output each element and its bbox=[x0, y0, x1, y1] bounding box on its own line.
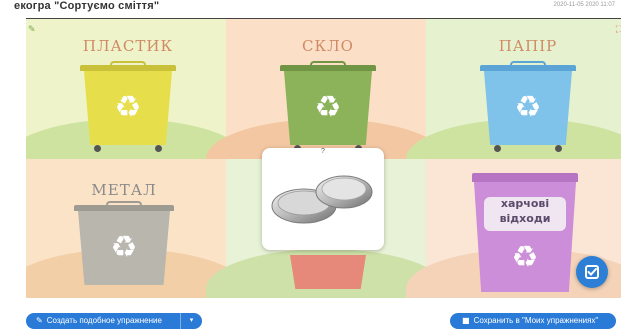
bin-handle bbox=[106, 201, 142, 207]
recycle-icon: ♻ bbox=[511, 240, 539, 275]
bin-body bbox=[290, 255, 366, 289]
recycle-icon: ♻ bbox=[114, 90, 142, 125]
glass-bin: СКЛО ♻ bbox=[280, 37, 376, 152]
bin-cell-paper[interactable]: ПАПІР ♻ ⛶ bbox=[406, 19, 621, 199]
draggable-item-card[interactable]: ? bbox=[262, 148, 384, 250]
bin-wheel bbox=[494, 145, 501, 152]
metal-bin: МЕТАЛ ♻ bbox=[74, 169, 174, 289]
metal-tin-image bbox=[271, 175, 373, 224]
bin-handle bbox=[510, 61, 546, 67]
recycle-icon: ♻ bbox=[514, 90, 542, 125]
bin-cell-metal[interactable]: МЕТАЛ ♻ bbox=[26, 159, 246, 298]
paper-bin: ПАПІР ♻ bbox=[480, 37, 576, 152]
recycle-icon: ♻ bbox=[110, 230, 138, 265]
check-icon bbox=[585, 265, 599, 279]
expand-icon[interactable]: ⛶ bbox=[616, 25, 621, 35]
exercise-page: екогра "Сортуємо сміття" 2020-11-05 2020… bbox=[0, 0, 621, 334]
bin-handle bbox=[310, 61, 346, 67]
check-answer-button[interactable] bbox=[576, 256, 608, 288]
bin-label: харчові відходи bbox=[499, 197, 551, 225]
bin-label: МЕТАЛ bbox=[91, 181, 157, 199]
bin-wheel bbox=[94, 145, 101, 152]
edit-icon: ✎ bbox=[36, 316, 43, 325]
create-similar-label: Создать подобное упражнение bbox=[46, 316, 162, 325]
timestamp: 2020-11-05 2020 11:07 bbox=[553, 2, 616, 8]
edit-icon[interactable]: ✎ bbox=[28, 25, 36, 35]
bin-wheel bbox=[555, 145, 562, 152]
recycle-icon: ♻ bbox=[314, 90, 342, 125]
exercise-title: екогра "Сортуємо сміття" bbox=[14, 0, 160, 12]
bin-wheel bbox=[155, 145, 162, 152]
bin-label: ПЛАСТИК bbox=[82, 37, 174, 55]
bin-cell-plastic[interactable]: ПЛАСТИК ♻ bbox=[26, 19, 246, 199]
bin-handle bbox=[110, 61, 146, 67]
create-similar-button[interactable]: ✎ Создать подобное упражнение ▾ bbox=[26, 313, 202, 329]
bookmark-icon: ■ bbox=[462, 316, 470, 325]
food-waste-bin: харчові відходи ♻ bbox=[472, 173, 578, 297]
save-label: Сохранить в "Моих упражнениях" bbox=[473, 316, 599, 325]
bin-label: СКЛО bbox=[302, 37, 354, 55]
bin-lid bbox=[472, 173, 578, 182]
chevron-down-icon[interactable]: ▾ bbox=[180, 313, 202, 329]
save-to-my-exercises-button[interactable]: ■ Сохранить в "Моих упражнениях" bbox=[450, 313, 616, 329]
bin-label: ПАПІР bbox=[498, 37, 558, 55]
bin-cell-glass[interactable]: СКЛО ♻ bbox=[206, 19, 446, 199]
plastic-bin: ПЛАСТИК ♻ bbox=[80, 37, 176, 152]
title-bar: екогра "Сортуємо сміття" 2020-11-05 2020… bbox=[0, 0, 621, 18]
